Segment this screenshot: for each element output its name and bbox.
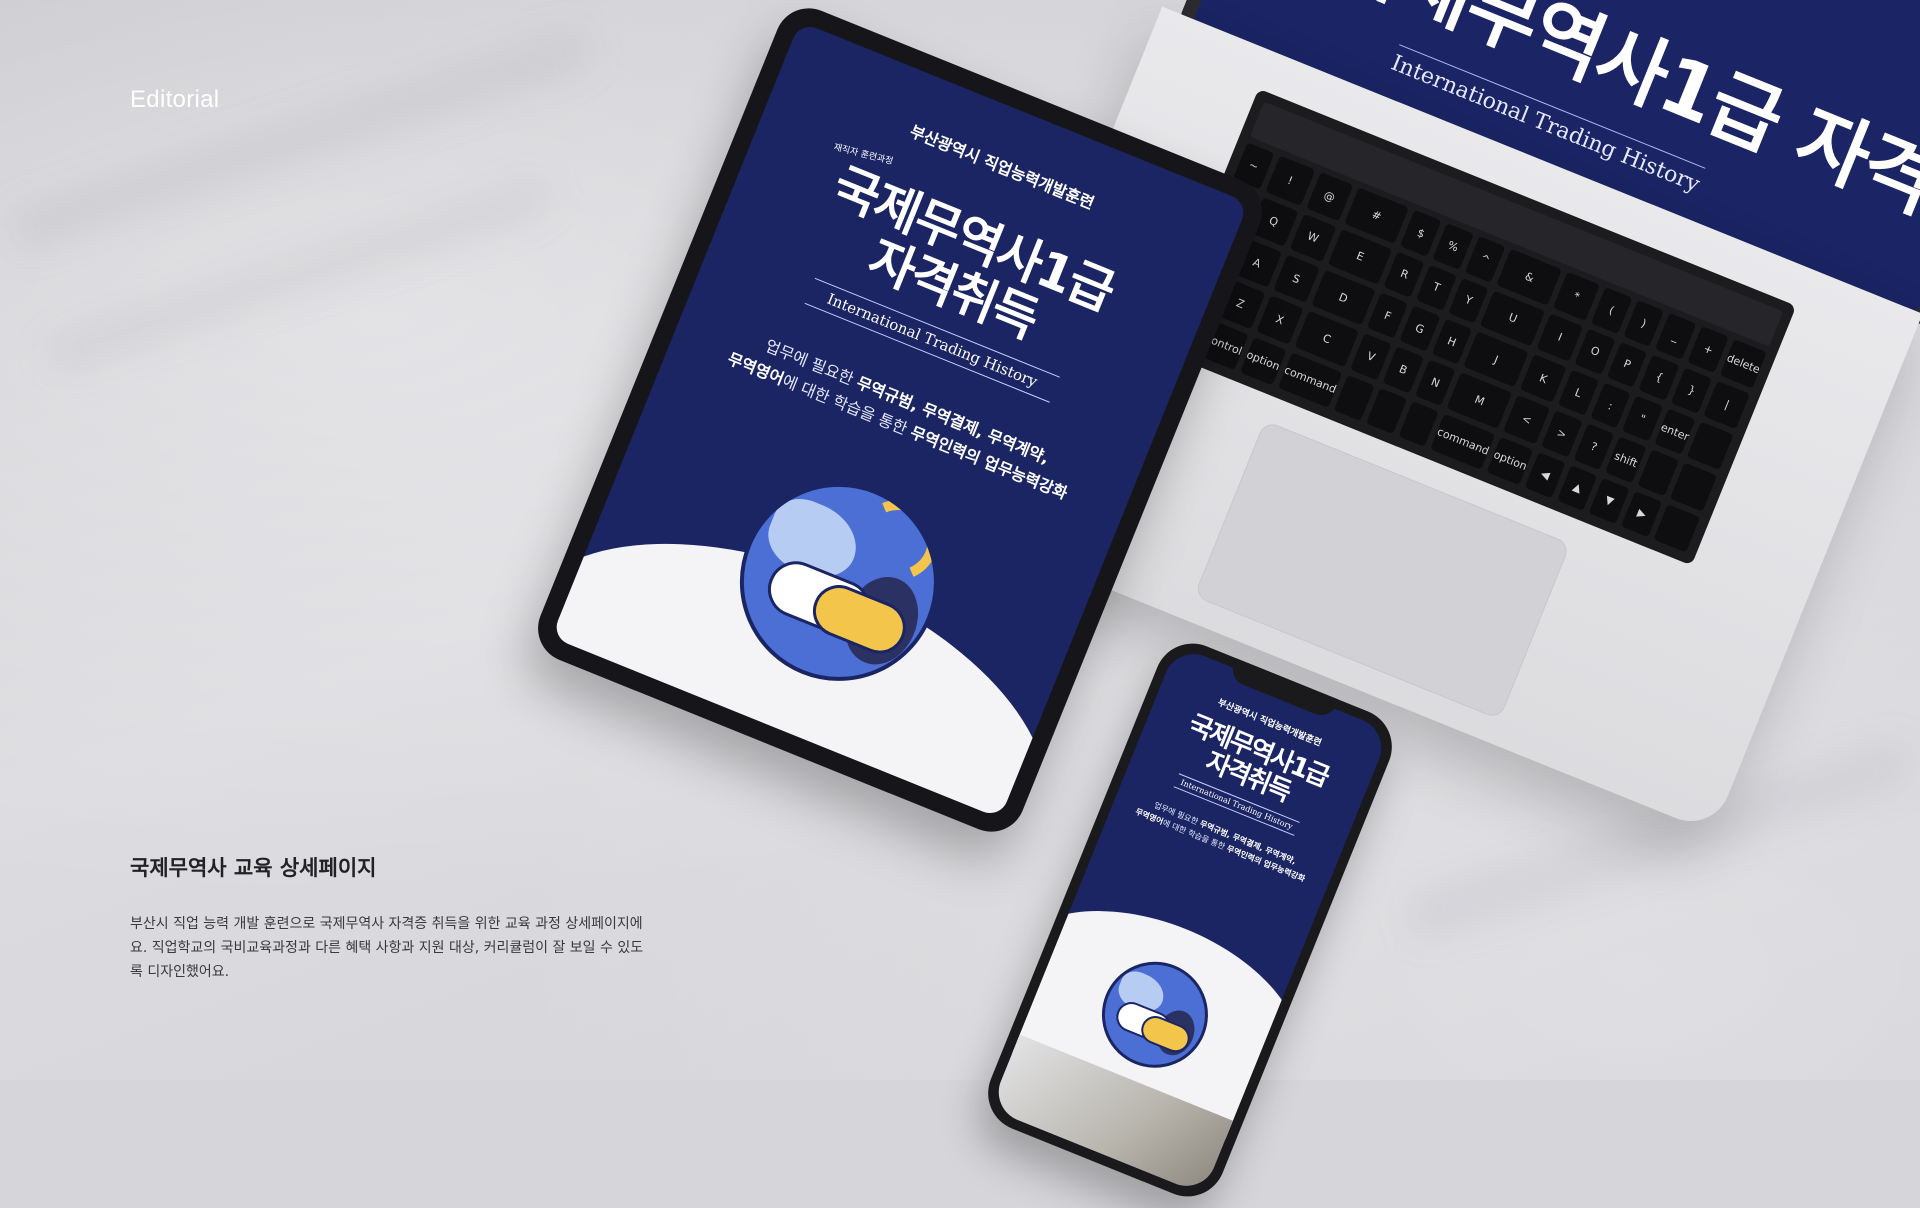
keyboard-key: [1686, 421, 1734, 471]
keyboard-key: |: [1703, 380, 1751, 430]
keyboard-key: option: [1486, 436, 1534, 486]
keyboard-key: !: [1265, 155, 1315, 206]
keyboard-key: X: [1256, 295, 1303, 345]
keyboard-key: [1653, 503, 1701, 553]
editorial-label: Editorial: [130, 86, 220, 113]
project-info: 국제무역사 교육 상세페이지 부산시 직업 능력 개발 훈련으로 국제무역사 자…: [130, 852, 650, 984]
keyboard-key: option: [1239, 336, 1287, 386]
keyboard-key: [1670, 462, 1717, 512]
project-title: 국제무역사 교육 상세페이지: [130, 856, 377, 880]
project-description: 부산시 직업 능력 개발 훈련으로 국제무역사 자격증 취득을 위한 교육 과정…: [130, 916, 644, 980]
keyboard-key: *: [1553, 272, 1600, 321]
keyboard-key: I: [1536, 313, 1584, 362]
keyboard-key: @: [1306, 172, 1353, 221]
keyboard-key: K: [1520, 354, 1567, 403]
keyboard-key: W: [1289, 213, 1337, 262]
return-arrow-icon: [845, 487, 950, 593]
keyboard-key: delete: [1720, 339, 1767, 389]
keyboard-key: <: [1503, 395, 1551, 444]
keyboard-key: S: [1272, 254, 1320, 304]
